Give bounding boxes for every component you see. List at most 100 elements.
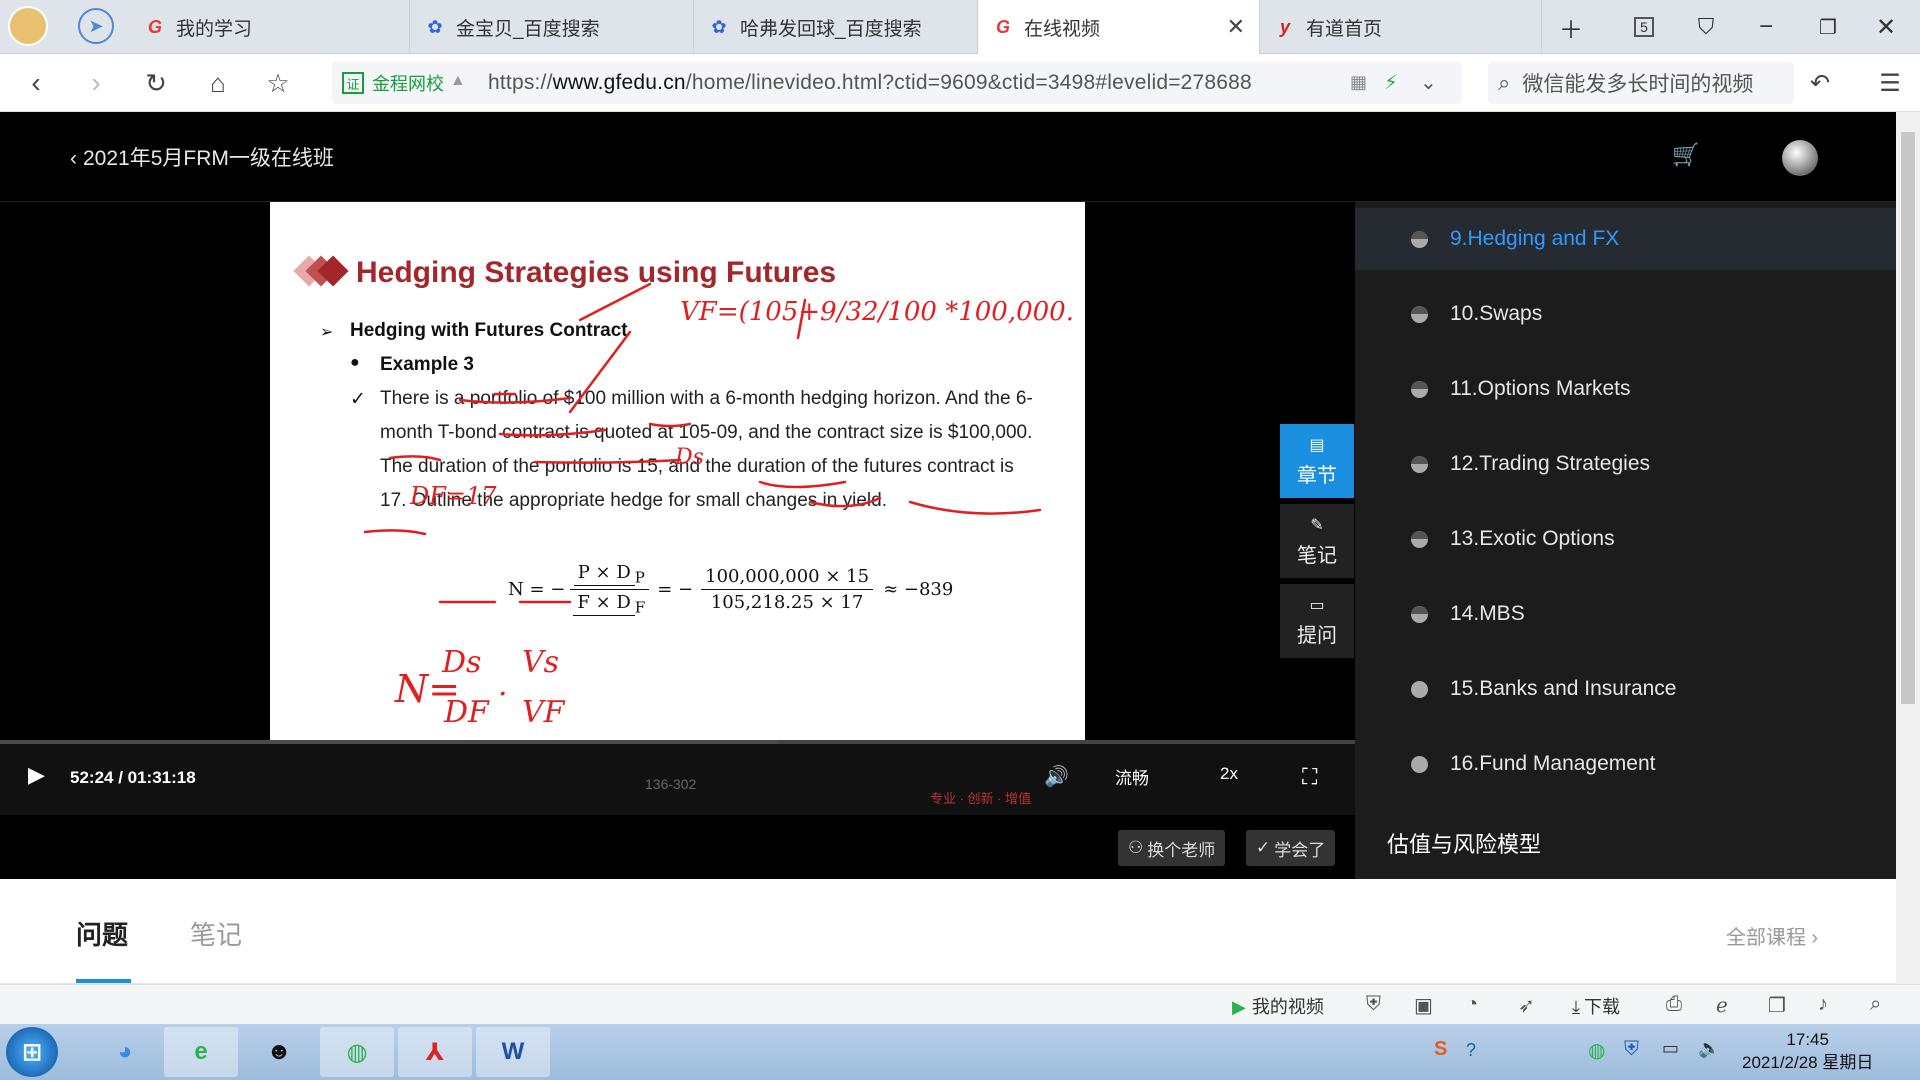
learned-button[interactable]: ✓ 学会了 [1246,830,1336,866]
tab-hafu-search[interactable]: ✿ 哈弗发回球_百度搜索 [694,0,978,54]
tab-label: 我的学习 [176,18,253,40]
clock-date: 2021/2/28 星期日 [1742,1053,1874,1072]
chapter-label: 15.Banks and Insurance [1450,677,1677,700]
tab-questions[interactable]: 问题 [76,915,128,952]
start-button[interactable]: ⊞ [6,1027,58,1077]
print-icon[interactable]: ⎙ [1666,993,1682,1016]
sogou-icon[interactable]: S [1434,1038,1447,1061]
person-icon: ⚇ [1128,838,1144,857]
window-icon[interactable]: ❐ [1768,993,1786,1018]
chapter-item[interactable]: 16.Fund Management [1355,733,1896,795]
home-icon[interactable]: ⌂ [198,64,238,102]
undo-icon[interactable]: ↶ [1800,64,1840,102]
change-teacher-button[interactable]: ⚇ 换个老师 [1118,830,1226,866]
back-icon[interactable]: ‹ [16,64,56,102]
tray-shield-icon[interactable]: ⛨ [1624,1038,1639,1061]
shield-icon[interactable]: ⛨ [1366,993,1381,1016]
chapter-item[interactable]: 11.Options Markets [1355,358,1896,420]
ie-icon[interactable]: ℯ [1716,993,1728,1018]
qr-icon[interactable]: ▦ [1350,72,1367,93]
download-button[interactable]: ⤓ 下载 [1572,993,1620,1019]
volume-tray-icon[interactable]: 🔈 [1698,1038,1720,1059]
close-tab-icon[interactable]: ✕ [1227,14,1245,40]
progress-fill [0,740,778,744]
qq-app-icon[interactable]: ☻ [242,1027,316,1077]
progress-dot-icon [1411,380,1428,398]
speedup-icon[interactable]: ◔ [1466,993,1478,1016]
scrollbar-thumb[interactable] [1901,132,1915,704]
tray-wechat-icon[interactable]: ◍ [1588,1038,1605,1063]
chapter-item[interactable]: 13.Exotic Options [1355,508,1896,570]
ie-app-icon[interactable]: e [164,1027,238,1077]
refresh-icon[interactable]: ↻ [136,64,176,102]
bookmark-star-icon[interactable]: ☆ [258,64,298,102]
cart-icon[interactable]: 🛒 [1672,142,1699,168]
forward-icon[interactable]: › [76,64,116,102]
progress-dot-icon [1411,455,1428,473]
wechat-app-icon[interactable]: ◍ [320,1027,394,1077]
course-title: 2021年5月FRM一级在线班 [83,147,334,170]
all-courses-link[interactable]: 全部课程 › [1726,921,1818,950]
restore-icon[interactable]: ❐ [1810,10,1846,44]
avatar[interactable] [1782,140,1818,176]
chapter-item[interactable]: 9.Hedging and FX [1355,208,1896,270]
section-title[interactable]: 估值与风险模型 [1387,827,1541,859]
tab-jinbaobei-search[interactable]: ✿ 金宝贝_百度搜索 [410,0,694,54]
zoom-icon[interactable]: ⌕ [1870,993,1881,1016]
clock[interactable]: 17:45 2021/2/28 星期日 [1742,1028,1873,1074]
handwriting-vf2: VF [522,695,566,730]
speed-button[interactable]: 2x [1220,764,1238,784]
rocket-icon[interactable]: ➶ [1518,993,1535,1018]
browser-tab-bar: ➤ G 我的学习 ✿ 金宝贝_百度搜索 ✿ 哈弗发回球_百度搜索 G 在线视频 … [0,0,1920,54]
help-icon[interactable]: ? [1466,1040,1476,1061]
progress-bar[interactable] [0,740,1355,744]
pdf-app-icon[interactable]: ⅄ [398,1027,472,1077]
tab-count-icon[interactable]: 5 [1626,10,1662,44]
chapters-button[interactable]: ▤ 章节 [1280,424,1354,498]
close-window-icon[interactable]: ✕ [1868,10,1904,44]
download-icon: ⤓ [1572,997,1580,1017]
chapter-item[interactable]: 15.Banks and Insurance [1355,658,1896,720]
my-video-button[interactable]: ▶ 我的视频 [1232,993,1324,1019]
tab-notes[interactable]: 笔记 [190,915,242,952]
chapters-label: 章节 [1297,464,1337,487]
course-back-link[interactable]: ‹ 2021年5月FRM一级在线班 [70,142,334,172]
user-avatar-icon[interactable] [8,6,48,46]
volume-icon[interactable]: 🔊 [1044,764,1069,789]
ask-button[interactable]: ▭ 提问 [1280,584,1354,658]
tab-label: 有道首页 [1306,18,1383,40]
chapter-item[interactable]: 14.MBS [1355,583,1896,645]
page-scrollbar[interactable] [1896,112,1920,984]
handwriting-vf: VF=(105+9/32/100 *100,000. [680,297,1074,327]
clock-time: 17:45 [1786,1030,1829,1049]
minimize-icon[interactable]: − [1748,10,1784,44]
qa-tabs: 问题 笔记 全部课程 › [0,879,1896,984]
tab-online-video[interactable]: G 在线视频 ✕ [978,0,1260,54]
browser-app-icon[interactable]: ◕ [88,1027,162,1077]
lightning-icon[interactable]: ⚡ [1384,70,1398,95]
sound-icon[interactable]: ♪ [1818,993,1828,1016]
taskbar: ⊞ ◕ e ☻ ◍ ⅄ W S ? ◍ ⛨ ▭ 🔈 17:45 2021/2/2… [0,1024,1920,1080]
slide-page-number: 136-302 [645,776,697,792]
new-tab-icon[interactable]: ＋ [1553,10,1589,44]
word-app-icon[interactable]: W [476,1027,550,1077]
chevron-down-icon[interactable]: ⌄ [1420,70,1437,95]
send-icon[interactable]: ➤ [78,8,114,44]
tab-youdao[interactable]: y 有道首页 [1260,0,1542,54]
play-icon[interactable]: ▶ [28,762,45,788]
shirt-icon[interactable]: ⛉ [1688,10,1724,44]
svg-text:·: · [498,677,508,712]
image-icon[interactable]: ▣ [1414,993,1433,1018]
menu-icon[interactable]: ☰ [1870,64,1910,102]
fullscreen-icon[interactable]: ⛶ [1302,764,1317,790]
chapter-item[interactable]: 12.Trading Strategies [1355,433,1896,495]
video-player[interactable]: Hedging Strategies using Futures ➢ Hedgi… [0,202,1355,879]
slide-watermark: 专业 · 创新 · 增值 [930,791,1032,806]
quality-button[interactable]: 流畅 [1115,764,1149,789]
search-field[interactable]: ⌕ 微信能发多长时间的视频 [1488,62,1794,104]
notes-button[interactable]: ✎ 笔记 [1280,504,1354,578]
url-field[interactable]: 证 金程网校 ▲ https://www.gfedu.cn/home/linev… [332,62,1462,104]
tab-my-learning[interactable]: G 我的学习 [130,0,410,54]
network-icon[interactable]: ▭ [1662,1038,1679,1059]
chapter-item[interactable]: 10.Swaps [1355,283,1896,345]
